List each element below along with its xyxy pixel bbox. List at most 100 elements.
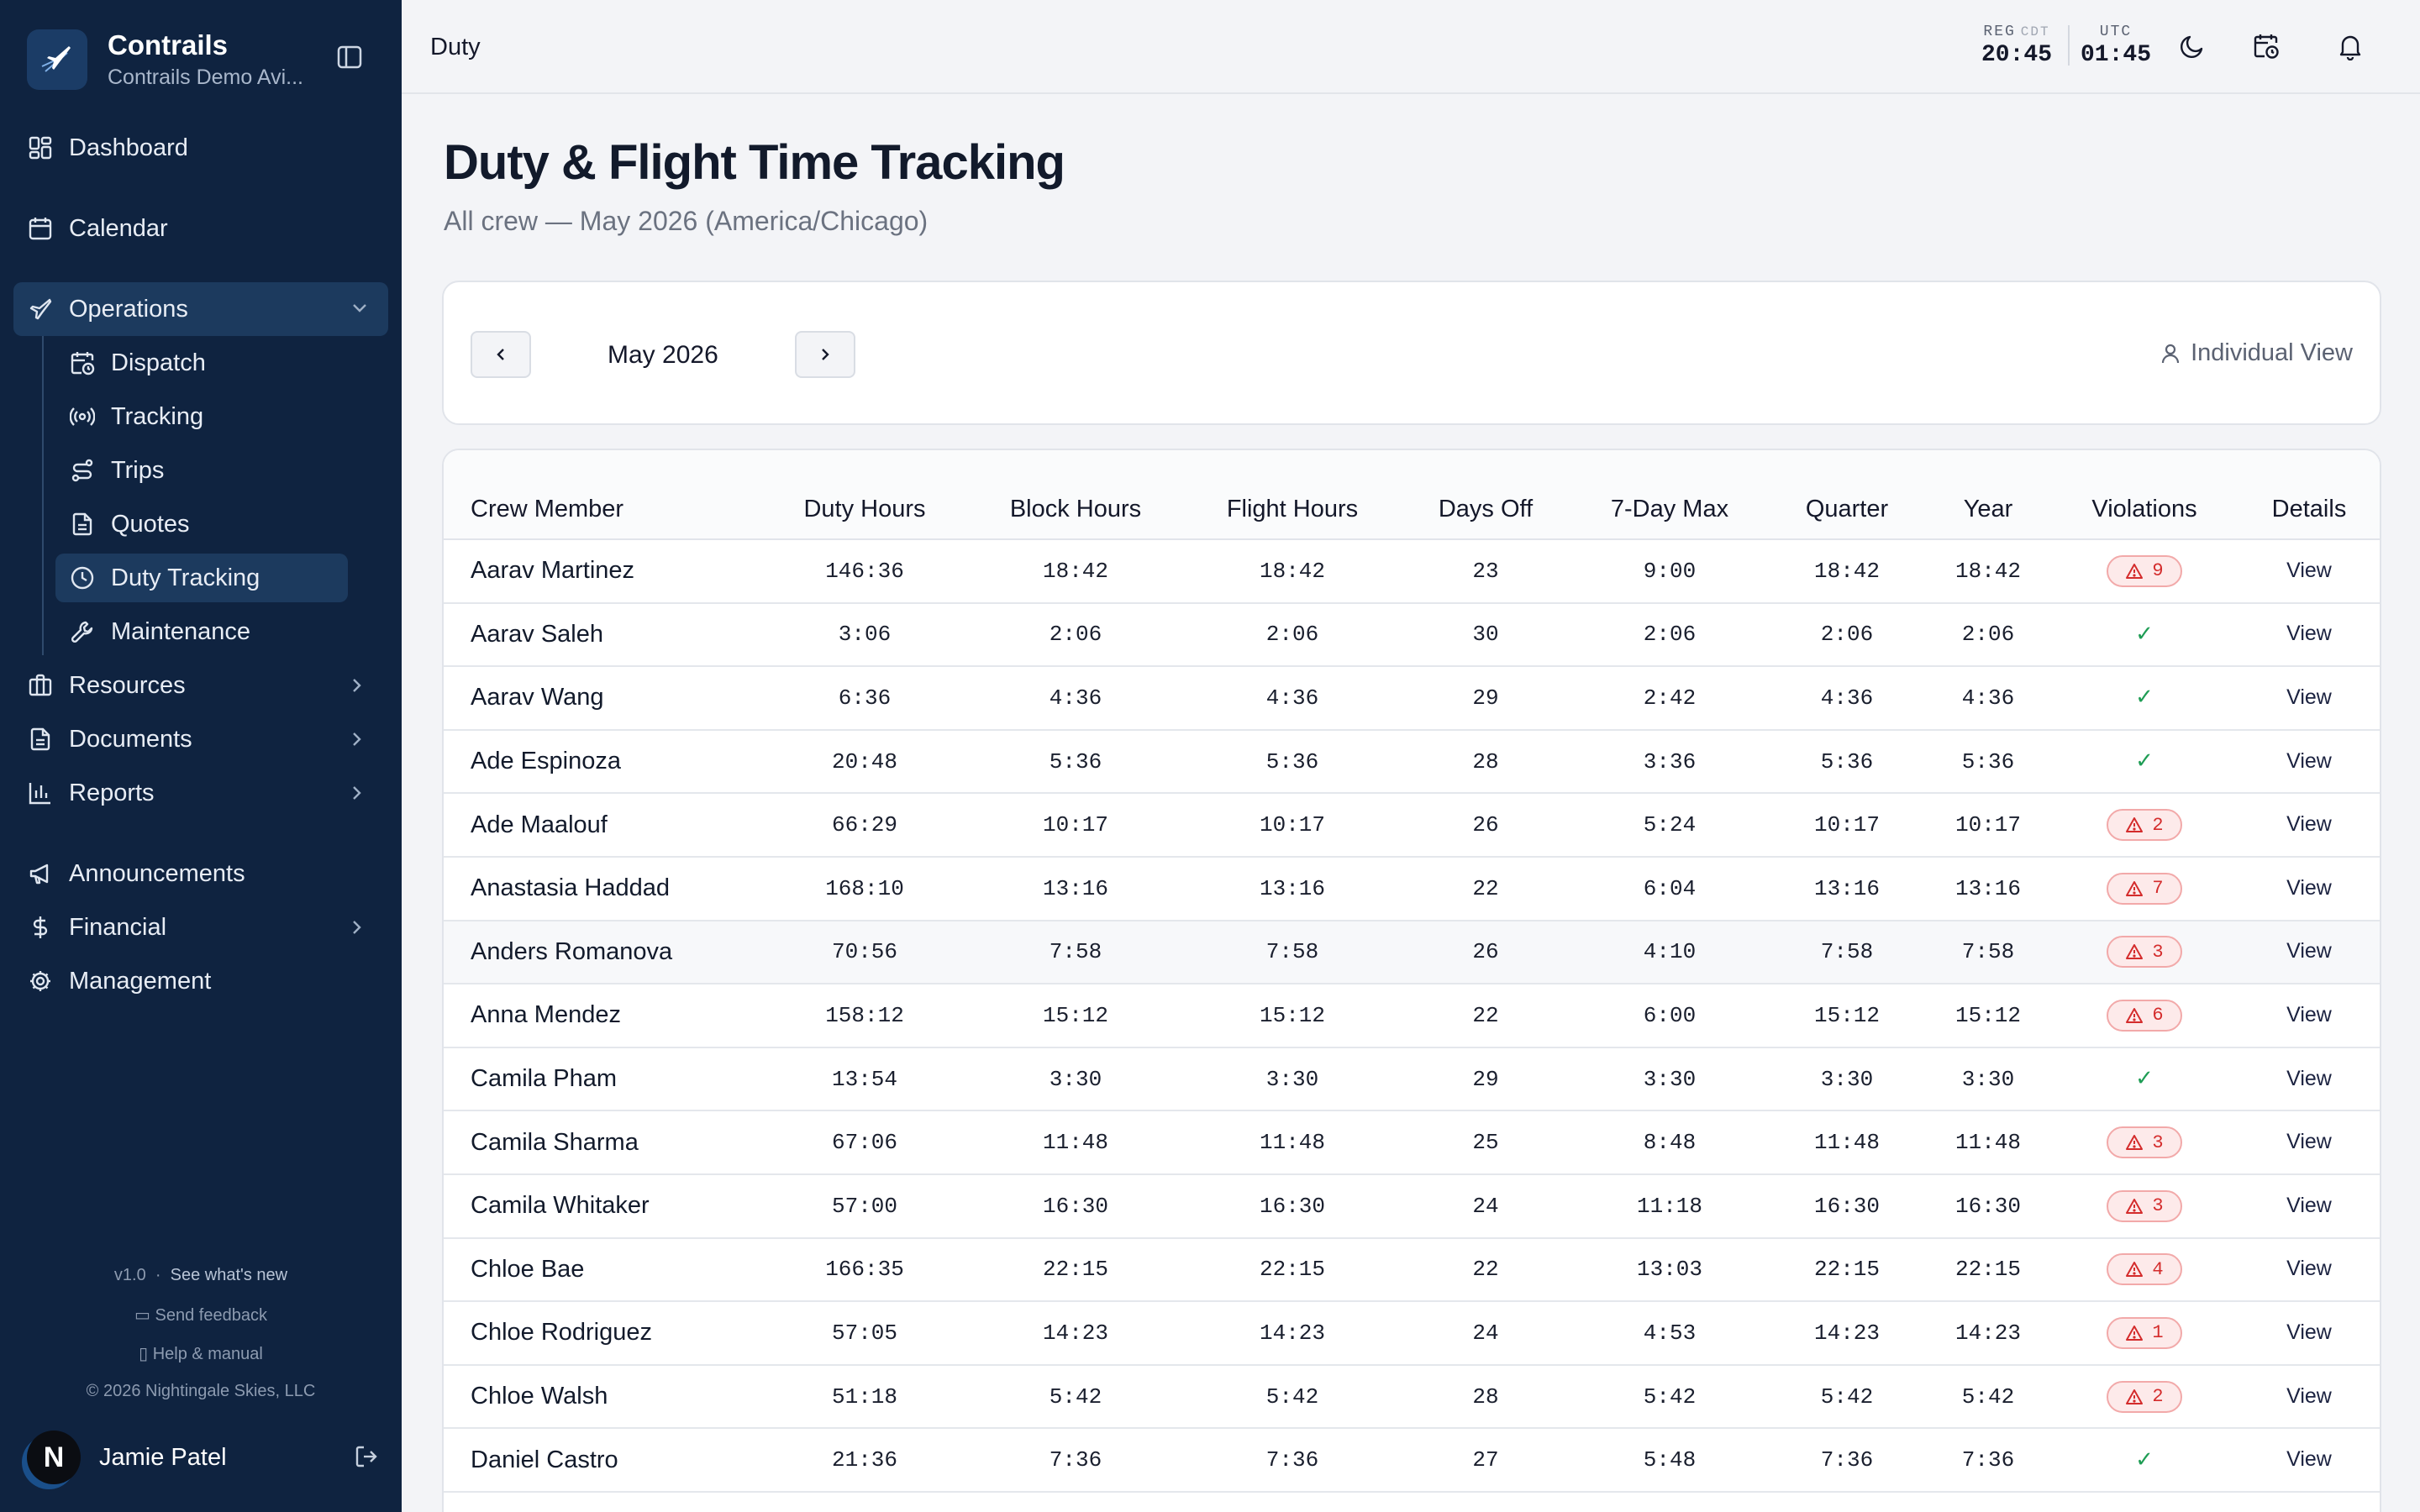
view-details-link[interactable]: View bbox=[2286, 1130, 2332, 1153]
column-header[interactable]: Duty Hours bbox=[760, 450, 970, 540]
page-title: Duty & Flight Time Tracking bbox=[444, 135, 1065, 190]
sidebar-item-maintenance[interactable]: Maintenance bbox=[55, 607, 348, 656]
sidebar-item-financial[interactable]: Financial bbox=[27, 902, 361, 953]
violation-badge[interactable]: 3 bbox=[2107, 1126, 2182, 1159]
column-header: Details bbox=[2235, 450, 2380, 540]
days-off-cell: 28 bbox=[1403, 1364, 1568, 1430]
sidebar-item-reports[interactable]: Reports bbox=[27, 768, 361, 818]
next-month-button[interactable] bbox=[795, 331, 855, 378]
column-header[interactable]: Quarter bbox=[1771, 450, 1923, 540]
violation-badge[interactable]: 1 bbox=[2107, 1316, 2182, 1349]
crew-member-name: Camila Pham bbox=[444, 1047, 760, 1112]
sidebar-item-duty-tracking[interactable]: Duty Tracking bbox=[55, 554, 348, 602]
block-hours-cell: 3:30 bbox=[970, 1047, 1181, 1112]
bell-icon[interactable] bbox=[2336, 32, 2366, 62]
sidebar-item-dispatch[interactable]: Dispatch bbox=[55, 339, 348, 387]
view-details-link[interactable]: View bbox=[2286, 1257, 2332, 1280]
view-details-link[interactable]: View bbox=[2286, 685, 2332, 709]
quarter-cell: 11:48 bbox=[1771, 1110, 1923, 1175]
chevron-right-icon bbox=[345, 781, 368, 811]
column-header[interactable]: Days Off bbox=[1403, 450, 1568, 540]
view-details-link[interactable]: View bbox=[2286, 1320, 2332, 1344]
view-details-link[interactable]: View bbox=[2286, 1194, 2332, 1217]
sidebar-item-tracking[interactable]: Tracking bbox=[55, 392, 348, 441]
flight-hours-cell: 13:16 bbox=[1181, 856, 1403, 921]
crew-member-name: Anastasia Haddad bbox=[444, 856, 760, 921]
violation-badge[interactable]: 2 bbox=[2107, 1380, 2182, 1413]
utc-clock: UTC 01:45 bbox=[2081, 24, 2151, 68]
column-header[interactable]: Violations bbox=[2054, 450, 2235, 540]
details-cell: View bbox=[2235, 539, 2380, 604]
violation-badge[interactable]: 7 bbox=[2107, 872, 2182, 905]
view-details-link[interactable]: View bbox=[2286, 622, 2332, 645]
sidebar-toggle-icon[interactable] bbox=[336, 44, 366, 74]
seven-day-max-cell: 9:00 bbox=[1568, 539, 1771, 604]
violations-cell: 2 bbox=[2054, 1364, 2235, 1430]
view-details-link[interactable]: View bbox=[2286, 1067, 2332, 1090]
flight-hours-cell: 2:06 bbox=[1181, 602, 1403, 668]
sidebar-item-documents[interactable]: Documents bbox=[27, 714, 361, 764]
previous-month-button[interactable] bbox=[471, 331, 531, 378]
sidebar-item-announcements[interactable]: Announcements bbox=[27, 848, 245, 899]
sidebar-item-label: Dashboard bbox=[69, 134, 188, 161]
user-menu[interactable]: N Jamie Patel bbox=[27, 1428, 380, 1487]
chevron-left-icon bbox=[497, 349, 504, 360]
sidebar-item-resources[interactable]: Resources bbox=[27, 660, 361, 711]
days-off-cell: 26 bbox=[1403, 920, 1568, 985]
column-header[interactable]: Flight Hours bbox=[1181, 450, 1403, 540]
view-details-link[interactable]: View bbox=[2286, 812, 2332, 836]
duty-hours-cell: 57:00 bbox=[760, 1173, 970, 1239]
whats-new-link[interactable]: See what's new bbox=[171, 1266, 287, 1284]
individual-view-button[interactable]: Individual View bbox=[2159, 339, 2353, 367]
block-hours-cell: 7:58 bbox=[970, 920, 1181, 985]
block-hours-cell: 22:15 bbox=[970, 1237, 1181, 1303]
sidebar-item-trips[interactable]: Trips bbox=[55, 446, 348, 495]
view-details-link[interactable]: View bbox=[2286, 1447, 2332, 1471]
details-cell: View bbox=[2235, 666, 2380, 731]
view-details-link[interactable]: View bbox=[2286, 939, 2332, 963]
calendar-clock-icon[interactable] bbox=[2252, 32, 2282, 62]
view-details-link[interactable]: View bbox=[2286, 559, 2332, 582]
column-header[interactable]: 7-Day Max bbox=[1568, 450, 1771, 540]
help-manual-link[interactable]: ▯ Help & manual bbox=[0, 1343, 402, 1364]
violation-badge[interactable]: 4 bbox=[2107, 1253, 2182, 1286]
table-row: Daniel Castro 21:36 7:36 7:36 27 5:48 7:36 7:36… bbox=[444, 1428, 2380, 1493]
brand[interactable]: Contrails Contrails Demo Avi... bbox=[27, 29, 303, 91]
warning-icon bbox=[2126, 1389, 2144, 1404]
calendar-icon bbox=[27, 215, 54, 242]
logout-icon[interactable] bbox=[353, 1443, 380, 1474]
document-icon bbox=[69, 511, 96, 538]
violation-badge[interactable]: 3 bbox=[2107, 1189, 2182, 1222]
column-header[interactable]: Block Hours bbox=[970, 450, 1181, 540]
sidebar-item-operations[interactable]: Operations bbox=[13, 282, 388, 336]
violation-count: 9 bbox=[2152, 560, 2164, 582]
warning-icon bbox=[2126, 1198, 2144, 1214]
sidebar-item-calendar[interactable]: Calendar bbox=[27, 203, 168, 254]
sidebar-item-quotes[interactable]: Quotes bbox=[55, 500, 348, 549]
flight-hours-cell: 18:42 bbox=[1181, 539, 1403, 604]
flight-hours-cell: 5:36 bbox=[1181, 729, 1403, 795]
column-header[interactable]: Crew Member bbox=[444, 450, 760, 540]
dark-mode-moon-icon[interactable] bbox=[2178, 32, 2208, 62]
column-header[interactable]: Year bbox=[1923, 450, 2054, 540]
violation-badge[interactable]: 9 bbox=[2107, 554, 2182, 587]
violation-badge[interactable]: 2 bbox=[2107, 809, 2182, 842]
seven-day-max-cell: 4:53 bbox=[1568, 1301, 1771, 1366]
violation-badge[interactable]: 6 bbox=[2107, 999, 2182, 1032]
days-off-cell: 24 bbox=[1403, 1173, 1568, 1239]
details-cell: View bbox=[2235, 793, 2380, 858]
sidebar-item-management[interactable]: Management bbox=[27, 956, 211, 1006]
violation-badge[interactable]: 3 bbox=[2107, 936, 2182, 969]
year-cell: 14:23 bbox=[1923, 1301, 2054, 1366]
send-feedback-link[interactable]: ▭ Send feedback bbox=[0, 1305, 402, 1326]
view-details-link[interactable]: View bbox=[2286, 1003, 2332, 1026]
clock-label: UTC bbox=[2099, 24, 2133, 40]
view-details-link[interactable]: View bbox=[2286, 876, 2332, 900]
seven-day-max-cell: 6:04 bbox=[1568, 856, 1771, 921]
details-cell: View bbox=[2235, 1364, 2380, 1430]
sidebar-item-label: Quotes bbox=[111, 510, 190, 538]
view-details-link[interactable]: View bbox=[2286, 749, 2332, 773]
sidebar-item-dashboard[interactable]: Dashboard bbox=[27, 123, 188, 173]
user-name: Jamie Patel bbox=[99, 1443, 227, 1471]
view-details-link[interactable]: View bbox=[2286, 1384, 2332, 1408]
